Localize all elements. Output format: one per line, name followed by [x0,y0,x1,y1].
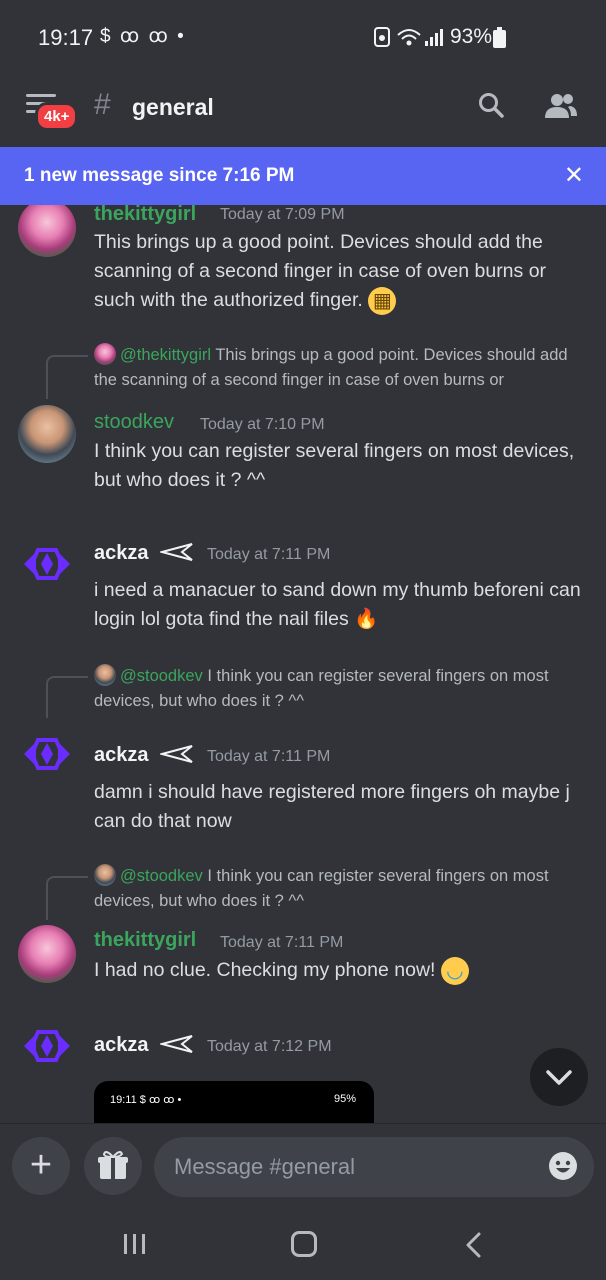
timestamp: Today at 7:11 PM [207,546,331,563]
arrow-badge-icon [160,1035,193,1053]
emoji-picker-icon[interactable] [548,1151,578,1181]
avatar[interactable] [18,1017,76,1075]
banner-text: 1 new message since 7:16 PM [24,165,295,186]
reply-preview[interactable]: @thekittygirl This brings up a good poin… [94,343,584,393]
timestamp: Today at 7:12 PM [207,1038,332,1055]
reply-connector [46,876,88,920]
message-text: damn i should have registered more finge… [94,781,570,832]
timestamp: Today at 7:09 PM [220,206,345,223]
new-message-banner[interactable]: 1 new message since 7:16 PM ✕ [0,147,606,205]
gift-button[interactable] [84,1137,142,1195]
message-text: i need a manacuer to sand down my thumb … [94,576,589,634]
home-icon[interactable] [291,1231,317,1257]
username[interactable]: thekittygirl [94,929,196,952]
username[interactable]: ackza [94,542,194,565]
avatar[interactable] [18,925,76,983]
avatar[interactable] [18,205,76,257]
username[interactable]: ackza [94,1034,194,1057]
reply-connector [46,355,88,399]
message-body: I had no clue. Checking my phone now! [94,959,436,981]
reply-preview[interactable]: @stoodkev I think you can register sever… [94,864,584,914]
arrow-badge-icon [160,543,193,561]
attachment-status-time: 19:11 $ ꝏ ꝏ • [110,1094,182,1106]
reply-preview[interactable]: @stoodkev I think you can register sever… [94,664,584,714]
reply-mention[interactable]: @thekittygirl [120,346,211,364]
battery-percent: 93% [450,25,493,48]
search-icon[interactable] [478,92,504,118]
laughing-emoji-icon: ◡ [440,956,469,985]
avatar[interactable] [18,535,76,593]
signal-icon [425,29,443,46]
username-text: ackza [94,744,149,766]
reply-avatar [94,664,116,686]
username[interactable]: thekittygirl [94,205,196,226]
gift-icon [98,1151,128,1179]
unread-badge: 4k+ [35,102,79,131]
status-time: 19:17 [38,25,94,50]
avatar[interactable] [18,405,76,463]
timestamp: Today at 7:11 PM [220,934,344,951]
reply-avatar [94,864,116,886]
message-text: This brings up a good point. Devices sho… [94,228,589,315]
username[interactable]: stoodkev [94,411,174,434]
back-icon[interactable] [462,1231,484,1259]
message-text: I think you can register several fingers… [94,440,575,491]
battery-icon [493,27,506,48]
chevron-down-icon [546,1070,572,1085]
username-text: ackza [94,1034,149,1056]
message-text: I had no clue. Checking my phone now! ◡ [94,956,589,985]
wifi-icon [397,29,421,46]
reply-connector [46,676,88,718]
message-body: i need a manacuer to sand down my thumb … [94,579,581,630]
system-nav-bar [0,1211,606,1280]
message-input[interactable]: Message #general [154,1137,594,1197]
message-composer: + Message #general [0,1123,606,1211]
message-placeholder: Message #general [174,1154,356,1179]
jump-to-bottom-button[interactable] [530,1048,588,1106]
image-attachment[interactable]: 19:11 $ ꝏ ꝏ • 95% [94,1081,374,1123]
message-list[interactable]: thekittygirl Today at 7:09 PM This bring… [0,205,606,1123]
plus-icon: + [29,1144,53,1186]
reply-mention[interactable]: @stoodkev [120,867,203,885]
close-icon[interactable]: ✕ [564,161,584,190]
arrow-badge-icon [160,745,193,763]
avatar[interactable] [18,725,76,783]
message-body: This brings up a good point. Devices sho… [94,231,547,311]
status-bar: 19:17 $ ꝏ ꝏ • 93% [0,0,606,72]
attachment-battery: 95% [333,1093,356,1105]
timestamp: Today at 7:10 PM [200,416,325,433]
lock-icon [374,27,390,47]
nail-file-fire-emoji-icon: 🔥 [354,608,379,630]
channel-name[interactable]: general [132,94,214,121]
username[interactable]: ackza [94,744,194,767]
timestamp: Today at 7:11 PM [207,748,331,765]
hash-icon: # [94,88,111,121]
members-icon[interactable] [544,92,578,120]
recent-apps-icon[interactable] [122,1233,148,1255]
reply-avatar [94,343,116,365]
notification-icons: $ ꝏ ꝏ • [100,26,186,47]
attach-button[interactable]: + [12,1137,70,1195]
reply-mention[interactable]: @stoodkev [120,667,203,685]
grimacing-emoji-icon: ▦ [368,286,397,315]
username-text: ackza [94,542,149,564]
channel-header: # general [0,72,606,146]
